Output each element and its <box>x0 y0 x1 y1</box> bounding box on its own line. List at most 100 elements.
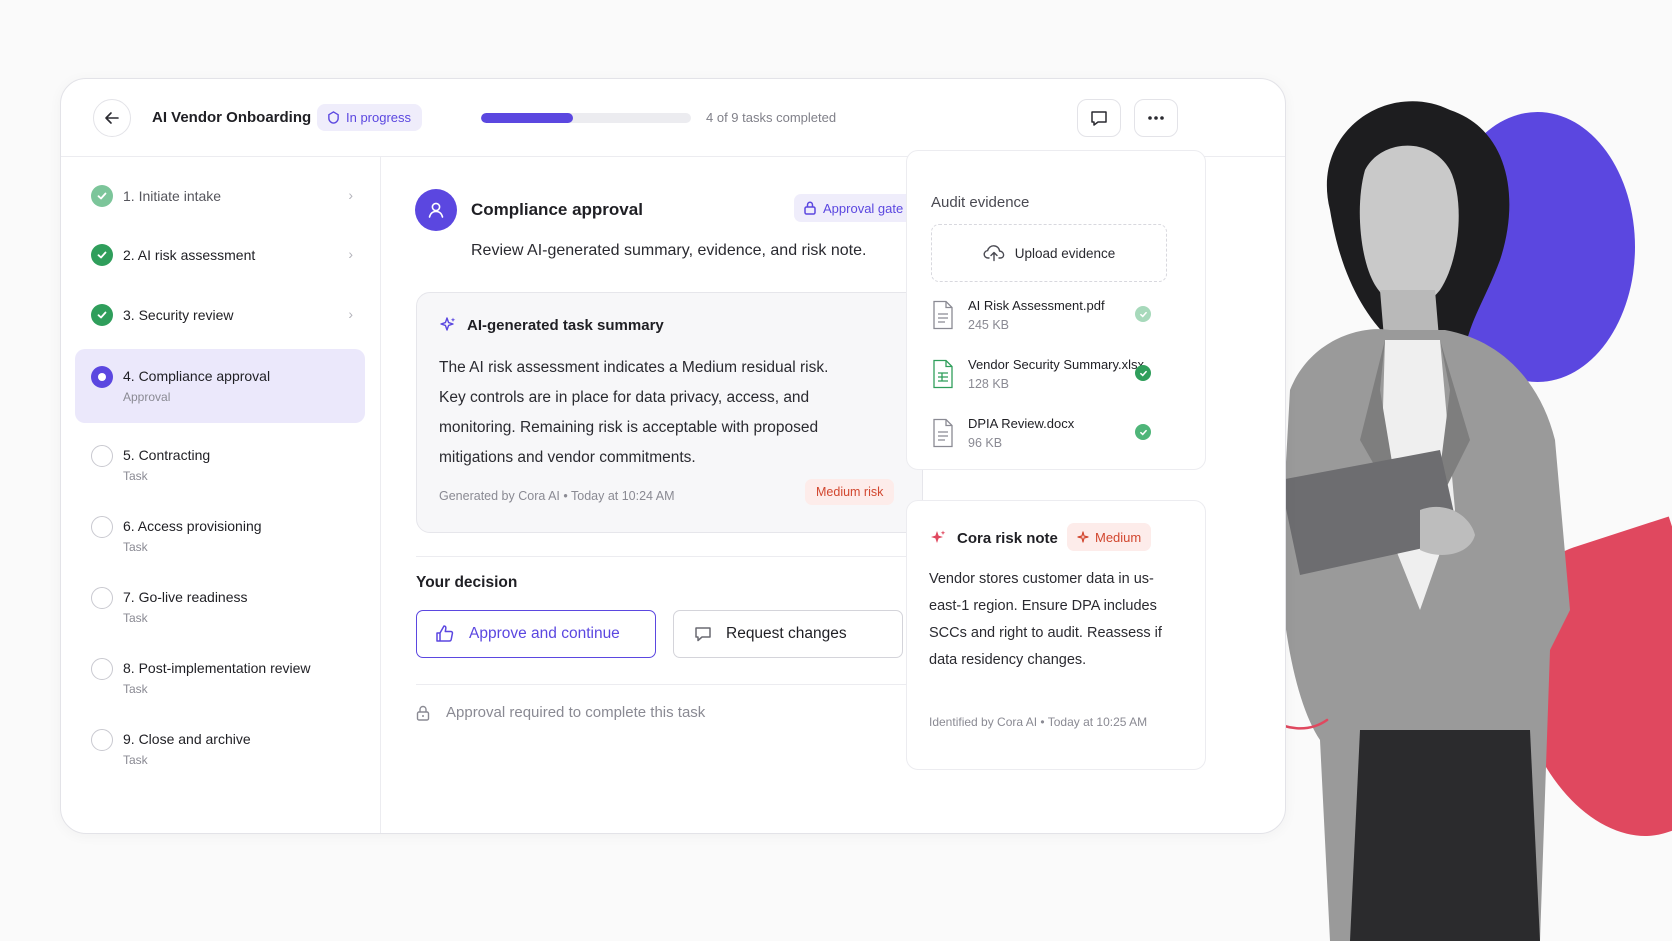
file-item[interactable]: DPIA Review.docx 96 KB <box>931 414 1181 458</box>
approval-required-note: Approval required to complete this task <box>416 704 705 721</box>
audit-evidence-card: Audit evidence Upload evidence AI Risk A… <box>906 150 1206 470</box>
check-icon <box>91 304 113 326</box>
sparkle-icon <box>1077 531 1089 543</box>
top-bar: AI Vendor Onboarding In progress 4 of 9 … <box>61 79 1285 157</box>
step-ai-risk-assessment[interactable]: 2. AI risk assessment › <box>75 230 365 280</box>
file-size: 96 KB <box>968 436 1003 450</box>
risk-note-meta: Identified by Cora AI • Today at 10:25 A… <box>929 715 1148 729</box>
step-type: Task <box>123 753 148 767</box>
assignee-avatar <box>415 189 457 231</box>
upload-evidence-label: Upload evidence <box>1014 245 1116 261</box>
risk-note-card: Cora risk note Medium Vendor stores cust… <box>906 500 1206 770</box>
step-type: Task <box>123 540 148 554</box>
workflow-title: AI Vendor Onboarding <box>152 109 312 126</box>
risk-level-text: Medium <box>1095 529 1142 545</box>
pending-circle-icon <box>91 445 113 467</box>
step-title: 1. Initiate intake <box>123 188 222 204</box>
lock-icon <box>416 705 430 721</box>
step-title: 3. Security review <box>123 307 234 323</box>
progress-fill <box>481 113 574 123</box>
step-title: 2. AI risk assessment <box>123 247 256 263</box>
ai-summary-heading: AI-generated task summary <box>439 316 664 334</box>
ai-summary-meta: Generated by Cora AI • Today at 10:24 AM <box>439 489 675 503</box>
comment-icon <box>695 627 711 642</box>
risk-note-heading: Cora risk note <box>929 529 1058 547</box>
step-initiate-intake[interactable]: 1. Initiate intake › <box>75 171 365 221</box>
step-post-implementation-review[interactable]: 8. Post-implementation review Task <box>75 644 365 710</box>
progress-text: 4 of 9 tasks completed <box>706 110 837 125</box>
upload-evidence-button[interactable]: Upload evidence <box>931 224 1167 282</box>
approval-gate-badge: Approval gate <box>794 194 914 222</box>
sparkle-icon <box>931 530 946 543</box>
check-icon <box>91 244 113 266</box>
risk-level-badge: Medium <box>1067 523 1152 551</box>
ai-summary-title: AI-generated task summary <box>467 316 664 334</box>
comment-icon <box>1091 111 1107 126</box>
step-title: 5. Contracting <box>123 447 211 463</box>
person-with-tablet-illustration <box>1280 101 1570 941</box>
verified-check-icon <box>1135 365 1151 381</box>
chevron-right-icon: › <box>348 246 353 262</box>
sparkle-icon <box>440 317 456 331</box>
step-type: Task <box>123 469 148 483</box>
task-detail-panel: Compliance approval Approval gate Review… <box>381 157 941 833</box>
thumbs-up-icon <box>436 625 454 642</box>
file-name: AI Risk Assessment.pdf <box>968 298 1105 313</box>
step-title: 6. Access provisioning <box>123 518 262 534</box>
audit-evidence-title: Audit evidence <box>931 194 1030 211</box>
check-icon <box>91 185 113 207</box>
step-go-live-readiness[interactable]: 7. Go-live readiness Task <box>75 573 365 639</box>
request-changes-label: Request changes <box>726 625 847 642</box>
approve-label: Approve and continue <box>469 625 620 642</box>
risk-note-title: Cora risk note <box>957 529 1058 547</box>
more-options-button[interactable] <box>1134 99 1178 137</box>
task-description: Review AI-generated summary, evidence, a… <box>471 242 867 259</box>
task-sidebar: 1. Initiate intake › 2. AI risk assessme… <box>61 157 381 833</box>
divider <box>416 684 923 685</box>
arrow-left-icon <box>105 112 119 124</box>
step-title: 8. Post-implementation review <box>123 660 311 676</box>
step-title: 7. Go-live readiness <box>123 589 248 605</box>
pending-circle-icon <box>91 516 113 538</box>
shield-icon <box>328 111 339 124</box>
step-type: Task <box>123 682 148 696</box>
step-security-review[interactable]: 3. Security review › <box>75 290 365 340</box>
cloud-upload-icon <box>983 245 1005 262</box>
approval-required-text: Approval required to complete this task <box>446 704 706 721</box>
step-type: Task <box>123 611 148 625</box>
divider <box>416 556 923 557</box>
approve-and-continue-button[interactable]: Approve and continue <box>416 610 656 658</box>
comments-button[interactable] <box>1077 99 1121 137</box>
chevron-right-icon: › <box>348 187 353 203</box>
pending-circle-icon <box>91 729 113 751</box>
more-horizontal-icon <box>1148 116 1164 120</box>
step-contracting[interactable]: 5. Contracting Task <box>75 431 365 497</box>
chevron-right-icon: › <box>348 306 353 322</box>
risk-note-text: Vendor stores customer data in us-east-1… <box>929 571 1162 668</box>
file-item[interactable]: AI Risk Assessment.pdf 245 KB <box>931 296 1181 340</box>
status-text: In progress <box>346 110 412 125</box>
spreadsheet-icon <box>933 359 953 389</box>
verified-check-icon <box>1135 306 1151 322</box>
request-changes-button[interactable]: Request changes <box>673 610 903 658</box>
step-access-provisioning[interactable]: 6. Access provisioning Task <box>75 502 365 568</box>
document-icon <box>933 300 953 330</box>
progress-bar <box>481 113 691 123</box>
approval-gate-label: Approval gate <box>823 200 904 216</box>
file-name: Vendor Security Summary.xlsx <box>968 357 1145 372</box>
risk-level-badge: Medium risk <box>805 479 895 505</box>
file-item[interactable]: Vendor Security Summary.xlsx 128 KB <box>931 355 1181 399</box>
current-step-icon <box>91 366 113 388</box>
step-close-and-archive[interactable]: 9. Close and archive Task <box>75 715 365 781</box>
status-badge: In progress <box>317 104 423 131</box>
decision-heading: Your decision <box>416 574 518 591</box>
lock-icon <box>804 201 816 215</box>
task-title: Compliance approval <box>471 200 643 219</box>
file-size: 245 KB <box>968 318 1010 332</box>
step-title: 9. Close and archive <box>123 731 251 747</box>
step-type: Approval <box>123 390 171 404</box>
step-compliance-approval[interactable]: 4. Compliance approval Approval <box>75 349 365 423</box>
back-button[interactable] <box>93 99 131 137</box>
step-title: 4. Compliance approval <box>123 368 271 384</box>
file-size: 128 KB <box>968 377 1010 391</box>
